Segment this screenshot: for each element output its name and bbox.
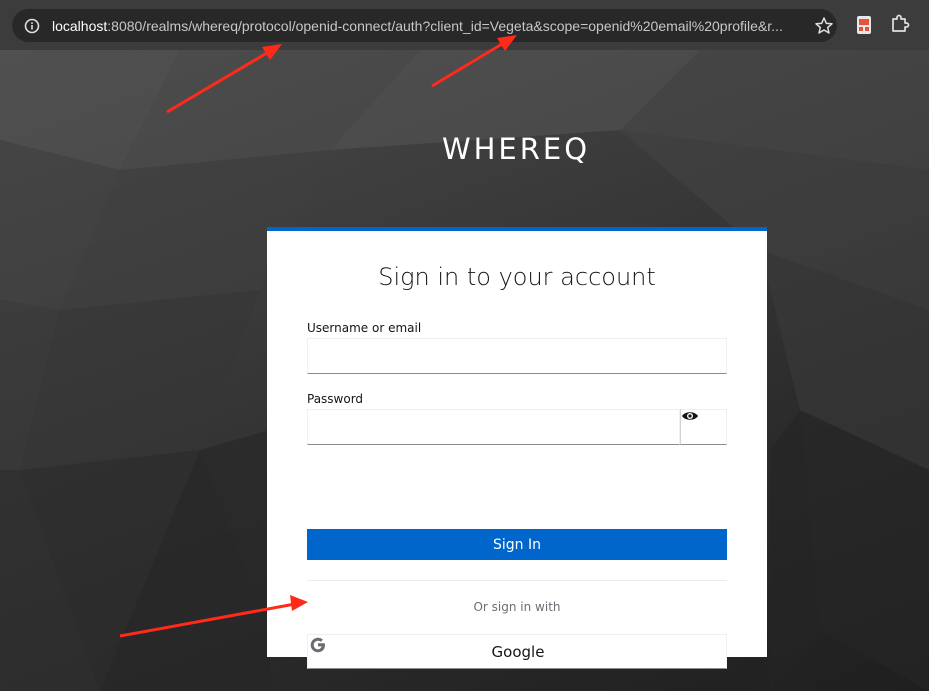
extension-icon[interactable] [855,15,873,35]
info-icon[interactable] [24,18,40,34]
login-card: Sign in to your account Username or emai… [267,227,767,669]
star-icon[interactable] [814,16,834,36]
show-password-button[interactable] [680,409,727,445]
google-sign-in-button[interactable]: Google [307,634,727,669]
card-title: Sign in to your account [378,263,656,291]
username-label: Username or email [307,321,422,335]
or-sign-in-with: Or sign in with [473,600,561,614]
realm-title: WHEREQ [441,132,591,166]
sign-in-button[interactable]: Sign In [307,529,727,560]
url-text[interactable]: localhost:8080/realms/whereq/protocol/op… [52,18,783,34]
browser-toolbar: localhost:8080/realms/whereq/protocol/op… [0,0,929,50]
page-background: WHEREQ Sign in to your account Username … [0,50,929,691]
url-host: localhost [52,18,108,34]
username-input[interactable] [307,338,727,374]
divider [307,580,727,581]
eye-icon [682,412,698,420]
url-path: :8080/realms/whereq/protocol/openid-conn… [107,18,783,34]
google-label: Google [491,643,545,661]
puzzle-icon[interactable] [890,14,910,34]
password-label: Password [307,392,364,406]
address-bar[interactable]: localhost:8080/realms/whereq/protocol/op… [12,9,837,42]
password-input[interactable] [307,409,680,445]
